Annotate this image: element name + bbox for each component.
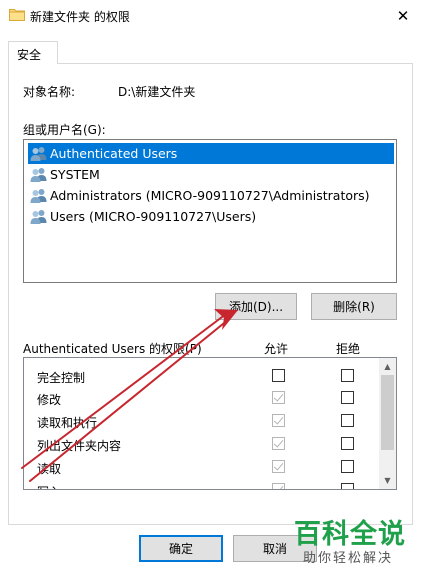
allow-checkbox xyxy=(272,391,285,404)
permission-name: 读取 xyxy=(37,462,62,476)
user-listbox[interactable]: Authenticated Users SYSTEM Administrator… xyxy=(23,139,397,283)
allow-checkbox xyxy=(272,483,285,489)
tab-security-label: 安全 xyxy=(17,48,42,62)
scroll-down-icon[interactable]: ▼ xyxy=(379,472,396,489)
allow-checkbox xyxy=(272,414,285,427)
list-item[interactable]: Users (MICRO-909110727\Users) xyxy=(28,206,394,227)
users-group-icon xyxy=(30,210,47,224)
close-icon: ✕ xyxy=(396,6,410,25)
close-button[interactable]: ✕ xyxy=(385,0,421,31)
allow-checkbox xyxy=(272,460,285,473)
remove-button[interactable]: 删除(R) xyxy=(311,293,397,320)
users-group-icon xyxy=(30,147,47,161)
deny-checkbox[interactable] xyxy=(341,437,354,450)
user-name: Administrators (MICRO-909110727\Administ… xyxy=(50,188,370,203)
watermark-subtitle: 助你轻松解决 xyxy=(303,551,394,566)
table-row: 列出文件夹内容 xyxy=(24,432,380,455)
allow-header: 允许 xyxy=(264,342,289,356)
permissions-list: 完全控制 修改 读取和执行 列出文件夹内容 读取 写入 ▲ ▼ xyxy=(23,357,397,490)
group-user-label: 组或用户名(G): xyxy=(23,123,106,137)
allow-checkbox xyxy=(272,437,285,450)
deny-checkbox[interactable] xyxy=(341,369,354,382)
allow-checkbox[interactable] xyxy=(272,369,285,382)
add-button[interactable]: 添加(D)... xyxy=(215,293,297,320)
list-item[interactable]: Administrators (MICRO-909110727\Administ… xyxy=(28,185,394,206)
deny-header: 拒绝 xyxy=(336,342,361,356)
list-item[interactable]: Authenticated Users xyxy=(28,143,394,164)
deny-checkbox[interactable] xyxy=(341,460,354,473)
permission-name: 修改 xyxy=(37,393,62,407)
table-row: 读取 xyxy=(24,455,380,478)
deny-checkbox[interactable] xyxy=(341,391,354,404)
user-name: SYSTEM xyxy=(50,167,100,182)
watermark-logo: 百科全说 助你轻松解决 xyxy=(288,510,416,570)
user-name: Users (MICRO-909110727\Users) xyxy=(50,209,257,224)
watermark-title: 百科全说 xyxy=(294,519,406,550)
table-row: 完全控制 xyxy=(24,364,380,387)
users-group-icon xyxy=(30,168,47,182)
permissions-scrollbar[interactable]: ▲ ▼ xyxy=(379,358,396,489)
permission-name: 读取和执行 xyxy=(37,416,98,430)
title-bar: 新建文件夹 的权限 ✕ xyxy=(0,0,421,31)
users-group-icon xyxy=(30,189,47,203)
tab-security[interactable]: 安全 xyxy=(8,41,58,64)
deny-checkbox[interactable] xyxy=(341,414,354,427)
permission-name: 写入 xyxy=(37,483,61,489)
deny-checkbox[interactable] xyxy=(341,483,354,489)
table-row: 写入 xyxy=(24,478,380,489)
user-name: Authenticated Users xyxy=(50,146,178,161)
scroll-up-icon[interactable]: ▲ xyxy=(379,358,396,375)
window-title: 新建文件夹 的权限 xyxy=(30,10,130,24)
folder-icon xyxy=(9,9,25,21)
permission-name: 列出文件夹内容 xyxy=(37,439,122,453)
ok-button[interactable]: 确定 xyxy=(139,535,223,562)
object-name-label: 对象名称: xyxy=(23,85,76,99)
list-item[interactable]: SYSTEM xyxy=(28,164,394,185)
table-row: 读取和执行 xyxy=(24,409,380,432)
object-name-value: D:\新建文件夹 xyxy=(118,85,196,99)
scroll-thumb[interactable] xyxy=(381,375,394,450)
permissions-label: Authenticated Users 的权限(P) xyxy=(23,342,202,356)
table-row: 修改 xyxy=(24,386,380,409)
permission-name: 完全控制 xyxy=(37,371,86,385)
